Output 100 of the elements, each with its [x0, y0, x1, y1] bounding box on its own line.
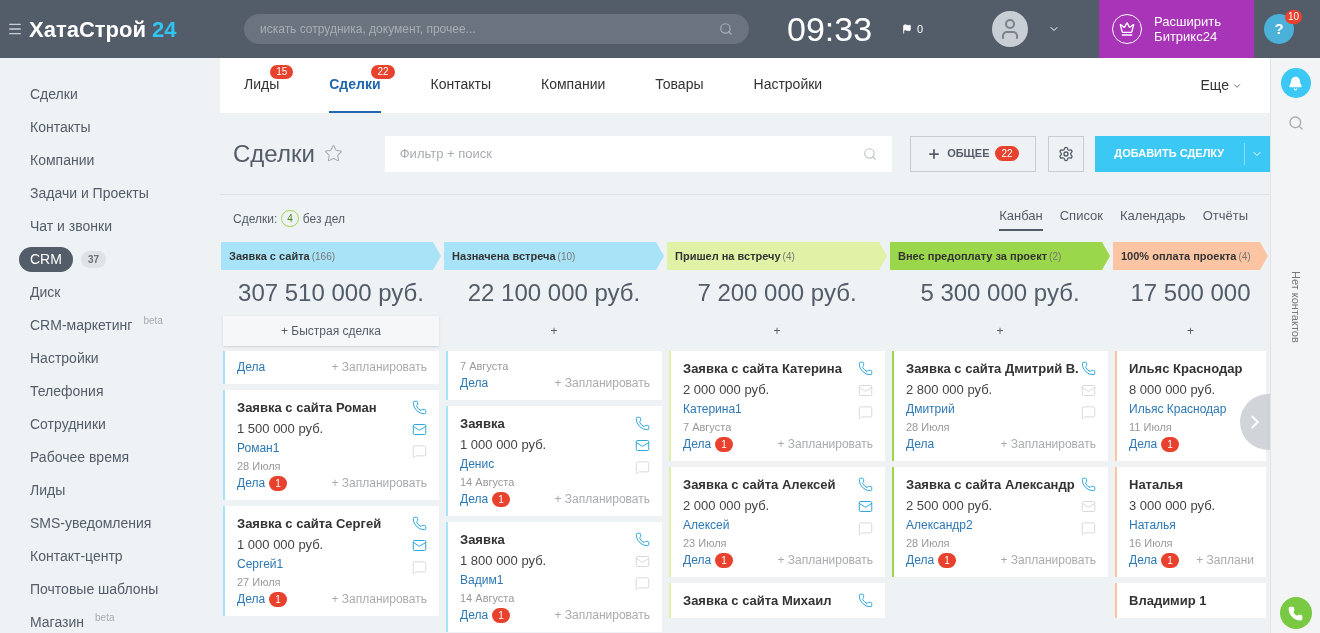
settings-button[interactable] [1047, 135, 1084, 172]
chat-icon[interactable] [412, 444, 427, 459]
deal-title[interactable]: Заявка с сайта Дмитрий В. [906, 358, 1077, 379]
mail-icon[interactable] [1081, 383, 1096, 398]
sidebar-item[interactable]: CRM-маркетинг [19, 315, 144, 336]
chat-icon[interactable] [635, 460, 650, 475]
deal-card[interactable]: Наталья 3 000 000 руб. Наталья 16 Июля Дела 1 + Заплани [1115, 467, 1266, 577]
deal-card[interactable]: Заявка с сайта Сергей 1 000 000 руб. Сергей1 27 Июля Дела 1 + Запланировать [223, 506, 439, 616]
deal-card[interactable]: Заявка с сайта Михаил [669, 583, 885, 618]
sidebar-item[interactable]: CRM [19, 247, 73, 272]
deal-title[interactable]: Ильяс Краснодар [1129, 358, 1243, 379]
sidebar-item[interactable]: Контакты [19, 117, 102, 138]
activities-link[interactable]: Дела [1129, 551, 1158, 570]
deal-card[interactable]: Ильяс Краснодар 8 000 000 руб. Ильяс Краснодар 11 Июля Дела 1 [1115, 351, 1266, 461]
menu-icon[interactable] [7, 21, 23, 37]
add-deal-button[interactable]: + [1115, 316, 1266, 346]
chat-icon[interactable] [412, 560, 427, 575]
contact-link[interactable]: Дмитрий [906, 400, 1077, 419]
contact-link[interactable]: Вадим1 [460, 571, 547, 590]
view-tab[interactable]: Канбан [999, 206, 1043, 231]
activities-link[interactable]: Дела [1129, 435, 1158, 454]
activities-link[interactable]: Дела [683, 435, 712, 454]
search-icon[interactable] [1287, 115, 1304, 131]
sidebar-item[interactable]: Компании [19, 150, 106, 171]
deal-card[interactable]: Заявка с сайта Катерина 2 000 000 руб. Катерина1 7 Августа Дела 1 + Запланировать [669, 351, 885, 461]
chat-icon[interactable] [858, 405, 873, 420]
view-tab[interactable]: Отчёты [1202, 206, 1248, 231]
add-deal-button[interactable]: + [669, 316, 885, 346]
logo-name[interactable]: ХатаСтрой [29, 12, 146, 46]
deal-card[interactable]: Заявка с сайта Алексей 2 000 000 руб. Алексей 23 Июля Дела 1 + Запланировать [669, 467, 885, 577]
activities-link[interactable]: Дела [460, 374, 489, 393]
deal-title[interactable]: Заявка [460, 529, 547, 550]
chat-icon[interactable] [1081, 405, 1096, 420]
phone-icon[interactable] [412, 400, 427, 415]
activities-link[interactable]: Дела [906, 551, 935, 570]
phone-button[interactable] [1279, 597, 1312, 629]
deal-card[interactable]: Заявка 1 800 000 руб. Вадим1 14 Августа Дела 1 + Запланировать [446, 522, 662, 632]
chat-icon[interactable] [858, 521, 873, 536]
add-deal-button[interactable]: + [892, 316, 1108, 346]
category-button[interactable]: ОБЩЕЕ 22 [910, 135, 1036, 172]
sidebar-item[interactable]: SMS-уведомления [19, 513, 163, 534]
phone-icon[interactable] [858, 361, 873, 376]
nav-tab[interactable]: Товары [655, 58, 704, 113]
phone-icon[interactable] [635, 416, 650, 431]
bell-button[interactable] [1280, 68, 1311, 98]
star-icon[interactable] [323, 144, 343, 163]
sidebar-item[interactable]: Задачи и Проекты [19, 183, 160, 204]
sidebar-item[interactable]: Почтовые шаблоны [19, 579, 170, 600]
mail-icon[interactable] [1081, 499, 1096, 514]
sidebar-item[interactable]: Телефония [19, 381, 115, 402]
deal-title[interactable]: Заявка с сайта Михаил [683, 590, 832, 611]
mail-icon[interactable] [635, 438, 650, 453]
view-tab[interactable]: Список [1059, 206, 1103, 231]
deal-title[interactable]: Заявка с сайта Сергей [237, 513, 382, 534]
sidebar-item[interactable]: Чат и звонки [19, 216, 123, 237]
view-tab[interactable]: Календарь [1120, 206, 1186, 231]
phone-icon[interactable] [635, 532, 650, 547]
contact-link[interactable]: Александр2 [906, 516, 1075, 535]
mail-icon[interactable] [412, 422, 427, 437]
deal-title[interactable]: Заявка с сайта Роман [237, 397, 377, 418]
add-deal-button[interactable]: + Быстрая сделка [223, 316, 439, 346]
deal-card[interactable]: Заявка с сайта Роман 1 500 000 руб. Роман1 28 Июля Дела 1 + Запланировать [223, 390, 439, 500]
deal-card[interactable]: Дела + Запланировать [223, 351, 439, 384]
deal-title[interactable]: Заявка с сайта Александр [906, 474, 1075, 495]
mail-icon[interactable] [858, 499, 873, 514]
sidebar-item[interactable]: Сотрудники [19, 414, 117, 435]
deal-title[interactable]: Заявка [460, 413, 547, 434]
deal-title[interactable]: Наталья [1129, 474, 1216, 495]
filter-field[interactable]: Фильтр + поиск [384, 135, 893, 172]
contact-link[interactable]: Алексей [683, 516, 836, 535]
sidebar-item[interactable]: Диск [19, 282, 72, 303]
sidebar-item[interactable]: Контакт-центр [19, 546, 134, 567]
deal-title[interactable]: Заявка с сайта Алексей [683, 474, 836, 495]
activities-link[interactable]: Дела [906, 435, 935, 454]
deal-card[interactable]: Заявка с сайта Александр 2 500 000 руб. Александр2 28 Июля Дела 1 + Запланировать [892, 467, 1108, 577]
chat-icon[interactable] [635, 576, 650, 591]
contact-link[interactable]: Катерина1 [683, 400, 842, 419]
nav-tab[interactable]: Компании [541, 58, 606, 113]
chat-icon[interactable] [1081, 521, 1096, 536]
phone-icon[interactable] [858, 477, 873, 492]
mail-icon[interactable] [858, 383, 873, 398]
activities-link[interactable]: Дела [237, 474, 266, 493]
contact-link[interactable]: Сергей1 [237, 555, 382, 574]
contact-link[interactable]: Наталья [1129, 516, 1216, 535]
nav-tab[interactable]: Настройки [753, 58, 823, 113]
deal-card[interactable]: Заявка 1 000 000 руб. Денис 14 Августа Дела 1 + Запланировать [446, 406, 662, 516]
logo-suffix[interactable]: 24 [152, 12, 177, 46]
contact-link[interactable]: Роман1 [237, 439, 377, 458]
search-icon[interactable] [863, 146, 878, 161]
activities-link[interactable]: Дела [237, 590, 266, 609]
contact-link[interactable]: Ильяс Краснодар [1129, 400, 1243, 419]
mail-icon[interactable] [412, 538, 427, 553]
search-icon[interactable] [719, 22, 733, 36]
nav-tab[interactable]: Контакты [430, 58, 492, 113]
activities-link[interactable]: Дела [683, 551, 712, 570]
phone-icon[interactable] [412, 516, 427, 531]
deal-title[interactable]: Владимир 1 [1129, 590, 1207, 611]
sidebar-item[interactable]: Настройки [19, 348, 110, 369]
activities-link[interactable]: Дела [237, 358, 266, 377]
activities-link[interactable]: Дела [460, 490, 489, 509]
